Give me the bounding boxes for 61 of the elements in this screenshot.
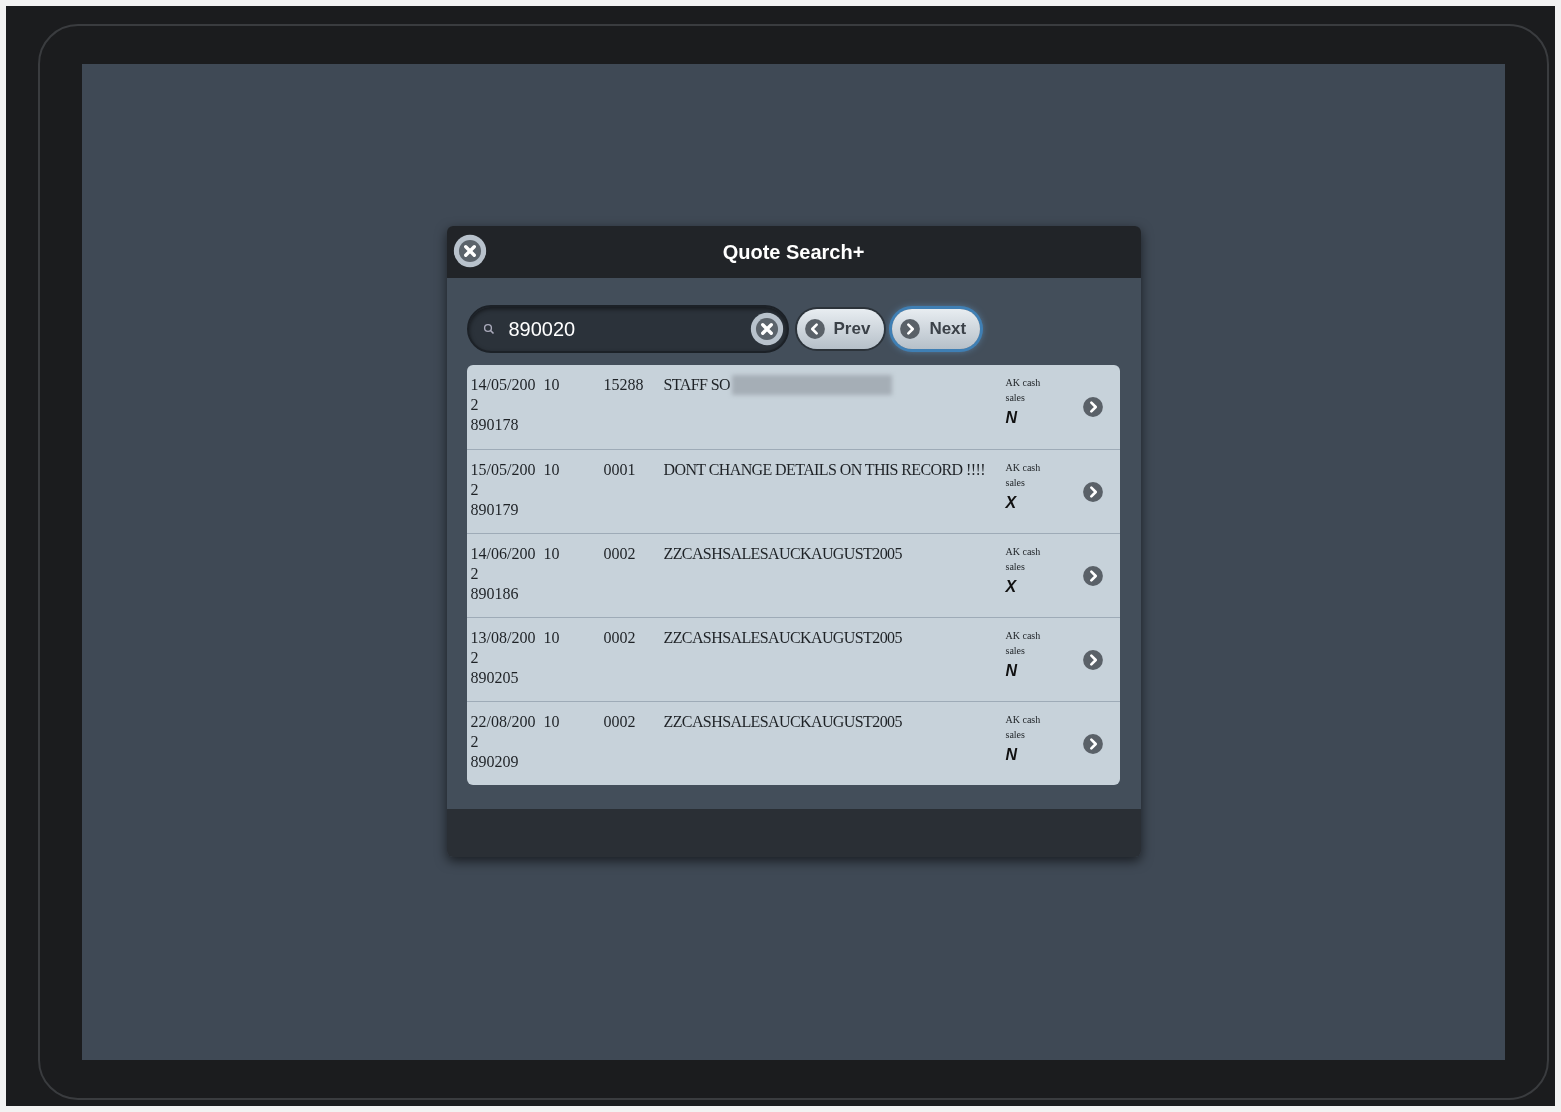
- description-text: ZZCASHSALESAUCKAUGUST2005: [663, 628, 902, 648]
- code-text: 0002: [603, 628, 637, 648]
- dialog-title: Quote Search+: [722, 240, 865, 265]
- status-text: N: [1005, 661, 1019, 681]
- status-text: N: [1005, 745, 1019, 765]
- code-text: 0001: [603, 460, 637, 480]
- quote-number: 890186: [470, 584, 520, 604]
- date-end-text: 2: [470, 480, 480, 500]
- description-text: ZZCASHSALESAUCKAUGUST2005: [663, 544, 902, 564]
- column-2-text: 10: [543, 712, 560, 732]
- quote-number: 890209: [470, 752, 520, 772]
- code-text: 15288: [603, 375, 645, 395]
- result-row[interactable]: 14/05/200 10 2 890178 15288 STAFF SO AK cash sales N: [466, 365, 1120, 449]
- date-end-text: 2: [470, 648, 480, 668]
- branch-text: AK cash sales: [1005, 461, 1042, 490]
- clear-button[interactable]: [749, 312, 784, 346]
- close-icon: [452, 234, 487, 268]
- date-text: 22/08/200: [470, 712, 536, 732]
- description-text: STAFF SO: [663, 375, 730, 395]
- chevron-right-icon: [1081, 648, 1104, 671]
- prev-button[interactable]: Prev: [796, 309, 885, 349]
- date-end-text: 2: [470, 732, 480, 752]
- column-2-text: 10: [543, 544, 560, 564]
- column-2-text: 10: [543, 628, 560, 648]
- chevron-right-icon: [1081, 732, 1104, 755]
- chevron-right-icon: [1081, 396, 1104, 418]
- quote-number: 890178: [470, 415, 520, 435]
- result-row[interactable]: 22/08/200 10 2 890209 0002 ZZCASHSALESAUCKAUGUST2005 AK cash sales N: [466, 701, 1120, 785]
- description-text: ZZCASHSALESAUCKAUGUST2005: [663, 712, 902, 732]
- date-text: 15/05/200: [470, 460, 536, 480]
- date-text: 14/05/200: [470, 375, 536, 395]
- date-text: 13/08/200: [470, 628, 536, 648]
- chevron-left-icon: [803, 318, 826, 340]
- chevron-right-icon: [899, 318, 922, 340]
- status-text: X: [1005, 493, 1018, 513]
- date-end-text: 2: [470, 395, 480, 415]
- close-button[interactable]: [452, 234, 487, 268]
- description-text: DONT CHANGE DETAILS ON THIS RECORD !!!!: [663, 460, 985, 480]
- branch-text: AK cash sales: [1005, 376, 1042, 405]
- date-end-text: 2: [470, 564, 480, 584]
- search-field[interactable]: 890020: [466, 305, 789, 353]
- quote-number: 890179: [470, 500, 520, 520]
- clear-icon: [749, 312, 784, 346]
- code-text: 0002: [603, 544, 637, 564]
- column-2-text: 10: [543, 460, 560, 480]
- status-text: N: [1005, 408, 1019, 428]
- result-row[interactable]: 13/08/200 10 2 890205 0002 ZZCASHSALESAUCKAUGUST2005 AK cash sales N: [466, 617, 1120, 701]
- branch-text: AK cash sales: [1005, 713, 1042, 742]
- next-button[interactable]: Next: [892, 309, 981, 349]
- date-text: 14/06/200: [470, 544, 536, 564]
- branch-text: AK cash sales: [1005, 545, 1042, 574]
- chevron-right-icon: [1081, 480, 1104, 503]
- quote-number: 890205: [470, 668, 520, 688]
- code-text: 0002: [603, 712, 637, 732]
- status-text: X: [1005, 577, 1018, 597]
- result-row[interactable]: 14/06/200 10 2 890186 0002 ZZCASHSALESAUCKAUGUST2005 AK cash sales X: [466, 533, 1120, 617]
- chevron-right-icon: [1081, 564, 1104, 587]
- search-icon: [482, 323, 495, 335]
- branch-text: AK cash sales: [1005, 629, 1042, 658]
- column-2-text: 10: [543, 375, 560, 395]
- result-row[interactable]: 15/05/200 10 2 890179 0001 DONT CHANGE DETAILS ON THIS RECORD !!!! AK cash sales X: [466, 449, 1120, 533]
